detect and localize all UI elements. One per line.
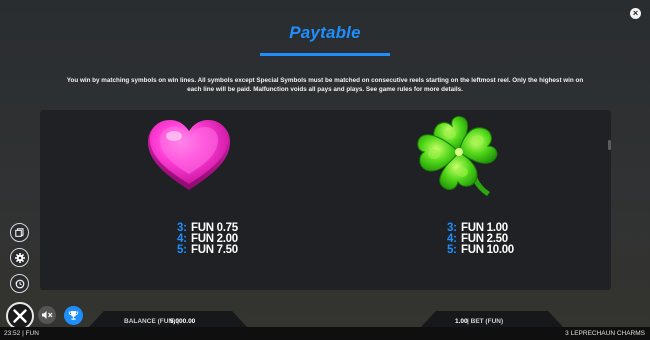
game-name: 3 LEPRECHAUN CHARMS [565,330,645,337]
paytable-description: You win by matching symbols on win lines… [66,77,584,93]
panel-scrollbar[interactable] [608,140,611,150]
balance-value: 5,000.00 [170,318,196,325]
settings-icon [14,252,25,263]
pay-value: FUN 7.50 [191,244,238,256]
clover-pays: 3: FUN 1.00 4: FUN 2.50 5: FUN 10.00 [447,222,514,256]
pay-row: 5: FUN 10.00 [447,244,514,256]
bet-label: | BET (FUN) [467,318,504,325]
paytable-button[interactable] [10,223,29,242]
pay-row: 5: FUN 7.50 [177,244,238,256]
settings-button[interactable] [10,248,29,267]
heart-pays: 3: FUN 0.75 4: FUN 2.00 5: FUN 7.50 [177,222,238,256]
paytable-panel [40,110,611,290]
history-icon [15,279,24,288]
status-footer: 23:52 | FUN 3 LEPRECHAUN CHARMS [0,327,650,340]
title-underline [260,53,390,56]
pay-count: 5: [447,244,457,256]
bottom-bar-shape [0,311,650,328]
pay-count: 5: [177,244,187,256]
pay-value: FUN 10.00 [461,244,514,256]
time-currency: 23:52 | FUN [4,330,39,337]
paytable-icon [15,228,24,237]
heart-icon [148,120,230,190]
close-paytable-icon[interactable]: × [630,8,641,19]
bet-value: 1.00 [455,318,468,325]
history-button[interactable] [10,274,29,293]
clover-icon [417,115,498,196]
page-title: Paytable [289,23,361,42]
